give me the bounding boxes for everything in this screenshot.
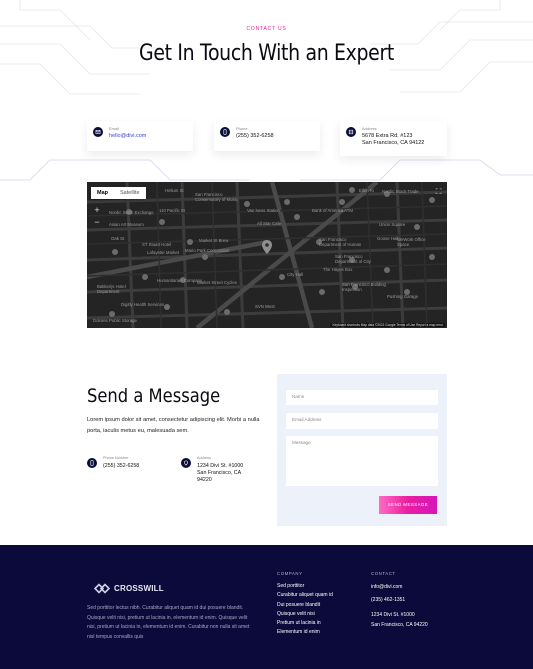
map-tab-map[interactable]: Map <box>91 187 114 199</box>
footer-phone: (235) 462-1351 <box>371 597 406 603</box>
logo-mark-icon <box>94 583 110 594</box>
phone-value: (255) 352-6258 <box>236 133 274 139</box>
zoom-out-button[interactable]: − <box>91 216 103 228</box>
map-label: Goose Hall <box>377 236 399 241</box>
map-type-toggle: Map Satellite <box>91 187 146 199</box>
fullscreen-icon[interactable]: ⛶ <box>434 187 443 196</box>
footer-address-line-1: 1234 Divi St. #1000 <box>371 612 415 618</box>
message-body: Lorem ipsum dolor sit amet, consectetur … <box>87 417 260 434</box>
address-line-2: San Francisco, CA 94122 <box>362 140 425 146</box>
phone-number-label: Phone Number <box>103 456 129 460</box>
phone-number-value: (255) 352-6258 <box>103 463 140 469</box>
map-pin-icon <box>262 240 272 254</box>
map-label: Van Ness Station <box>247 208 280 213</box>
page-title: Get In Touch With an Expert <box>139 41 394 66</box>
site-footer <box>0 545 533 669</box>
map-label: SVN West <box>255 304 275 309</box>
phone-label: Phone <box>236 126 248 131</box>
map-label: Mario Park Corporation <box>185 248 230 253</box>
map-attribution[interactable]: Keyboard shortcuts Map data ©2021 Google… <box>330 323 445 327</box>
address-line-1: 5678 Extra Rd. #123 <box>362 133 413 139</box>
footer-link[interactable]: Curabitur aliquet quam id <box>277 591 333 600</box>
map-label: Nordic Stock Exchange <box>109 210 154 215</box>
address-line-1: 1234 Divi St. #1000 <box>197 463 244 469</box>
footer-email[interactable]: info@divi.com <box>371 582 428 592</box>
map-label: 110 Pacific St <box>159 208 185 213</box>
address-line-3: 94220 <box>197 477 212 483</box>
footer-link[interactable]: Elementum id enim <box>277 628 333 637</box>
map-label: San Francisco Building Inspection <box>342 282 386 292</box>
brand-name: CROSSWILL <box>114 584 164 593</box>
map-label: Humanitarian Company <box>157 278 203 283</box>
footer-contact-info: info@divi.com (235) 462-1351 1234 Divi S… <box>371 582 428 630</box>
send-message-button[interactable]: SEND MESSAGE <box>379 496 437 514</box>
map-label: Helium St <box>165 188 184 193</box>
map-label: San Francisco Department of City <box>335 254 371 264</box>
map-label: The Hayes Box <box>323 267 353 272</box>
map-label: Market St Brew <box>199 238 229 243</box>
address-label: Address <box>197 456 211 460</box>
map-label: Union Square <box>379 222 406 227</box>
footer-link[interactable]: Dui posuere blandit <box>277 601 333 610</box>
map-label: Oak St <box>111 236 125 241</box>
map-label: Bank of America ATM <box>312 208 353 213</box>
address-line-2: San Francisco, CA <box>197 470 242 476</box>
map-label: Digitly Health Services <box>121 302 164 307</box>
map-label: All Star Cafe <box>257 221 282 226</box>
message-title: Send a Message <box>87 385 221 407</box>
phone-card: Phone (255) 352-6258 <box>214 121 320 151</box>
email-label: Email <box>109 126 120 131</box>
phone-icon <box>220 127 230 137</box>
map-label: Market Street Cycles <box>197 280 237 285</box>
phone-icon <box>87 458 97 468</box>
name-input[interactable]: Name <box>286 390 438 405</box>
location-icon <box>346 127 356 137</box>
map-label: Ellen Ri <box>359 188 374 193</box>
footer-link[interactable]: Sed porttitor <box>277 582 333 591</box>
zoom-in-button[interactable]: + <box>91 204 103 216</box>
map-tab-satellite[interactable]: Satellite <box>114 187 146 199</box>
location-icon <box>181 458 191 468</box>
section-eyebrow: CONTACT US <box>246 26 287 32</box>
map-label: Pushing Garage <box>387 294 419 299</box>
email-input[interactable]: Email Address <box>286 413 438 429</box>
email-card: Email hello@divi.com <box>87 121 193 151</box>
address-label: Address <box>362 126 377 131</box>
footer-contact-heading: CONTACT <box>371 571 396 576</box>
footer-link[interactable]: Pretium ut lacinia in <box>277 619 333 628</box>
email-icon <box>93 127 103 137</box>
footer-about-text: Sed porttitor lectus nibh. Curabitur ali… <box>87 605 250 640</box>
map-label: San Francisco Department of Human <box>319 237 362 247</box>
footer-link[interactable]: Quisque velit nisi <box>277 610 333 619</box>
map-label: Dolores Public Storage <box>93 318 137 323</box>
map-label: Nordic Stock Trade <box>382 189 419 194</box>
google-map[interactable]: Helium St San Francisco Conservatory of … <box>87 182 447 328</box>
map-label: Asian Art Museum <box>109 222 144 227</box>
hero-section: CONTACT US Get In Touch With an Expert <box>0 0 533 182</box>
message-textarea[interactable]: Message <box>286 436 438 486</box>
map-label: Bakkerijs Hotel Department <box>97 284 126 294</box>
address-card: Address 5678 Extra Rd. #123 San Francisc… <box>340 121 447 156</box>
footer-address-line-2: San Francisco, CA 94220 <box>371 622 428 628</box>
map-label: ST Stuart Hotel <box>142 242 172 247</box>
map-label: San Francisco Conservatory of Music <box>195 192 238 202</box>
map-label: City Hall <box>287 272 303 277</box>
footer-company-heading: COMPANY <box>277 571 303 576</box>
map-label: Lafayette Market <box>147 250 180 255</box>
footer-company-links: Sed porttitor Curabitur aliquet quam id … <box>277 582 333 638</box>
contact-page: CONTACT US Get In Touch With an Expert E… <box>0 0 533 669</box>
zoom-controls: + − <box>91 204 103 228</box>
contact-form: Name Email Address Message SEND MESSAGE <box>277 374 447 526</box>
email-value[interactable]: hello@divi.com <box>109 133 146 140</box>
brand-logo[interactable]: CROSSWILL <box>94 583 164 594</box>
map-label: WeWork Office Space <box>397 237 426 247</box>
